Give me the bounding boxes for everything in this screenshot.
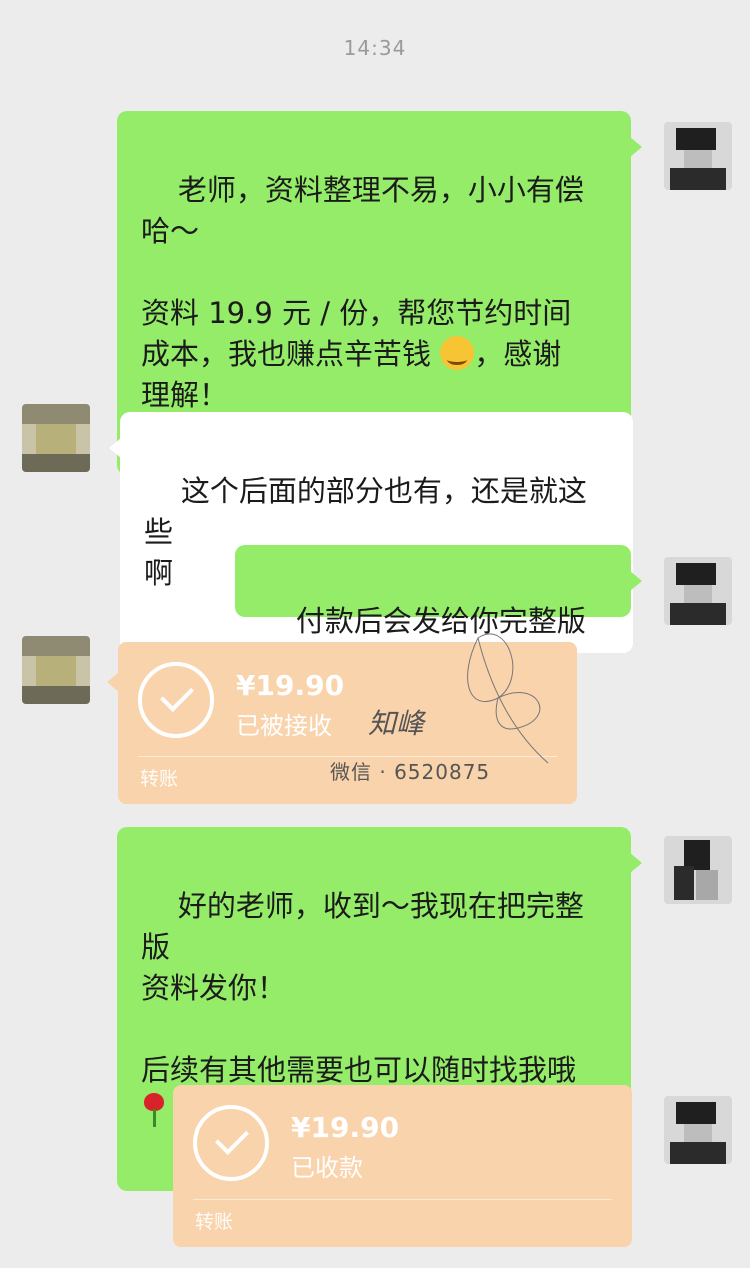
butterfly-watermark-icon [467, 633, 549, 764]
smile-emoji-icon [440, 336, 475, 370]
check-circle-icon [138, 662, 214, 738]
transfer-amount: ¥19.90 [291, 1111, 400, 1144]
chat-timestamp: 14:34 [343, 36, 407, 60]
transfer-label: 转账 [195, 1211, 234, 1233]
transfer-card[interactable]: ¥19.90 已收款 转账 [173, 1085, 632, 1247]
message-text: 老师，资料整理不易，小小有偿 哈～ [141, 173, 584, 248]
transfer-label: 转账 [140, 768, 179, 790]
transfer-status: 已被接收 [236, 712, 332, 740]
message-text: 后续有其他需要也可以随时找我哦 [141, 1053, 577, 1087]
transfer-amount: ¥19.90 [236, 669, 345, 702]
message-text: 好的老师，收到～我现在把完整版 资料发你！ [141, 889, 584, 1005]
transfer-card[interactable]: ¥19.90 已被接收 转账 知峰 微信 · 6520875 [107, 633, 577, 804]
my-avatar[interactable] [664, 557, 732, 625]
watermark-signature: 知峰 [368, 707, 425, 740]
my-avatar[interactable] [664, 1096, 732, 1164]
transfer-status: 已收款 [291, 1154, 363, 1182]
rose-emoji-icon [141, 1093, 167, 1127]
my-avatar[interactable] [664, 122, 732, 190]
transfer-divider [193, 1199, 612, 1200]
peer-avatar[interactable] [22, 636, 90, 704]
my-avatar[interactable] [664, 836, 732, 904]
peer-avatar[interactable] [22, 404, 90, 472]
check-circle-icon [193, 1105, 269, 1181]
message-bubble[interactable]: 付款后会发给你完整版的 [235, 545, 642, 679]
